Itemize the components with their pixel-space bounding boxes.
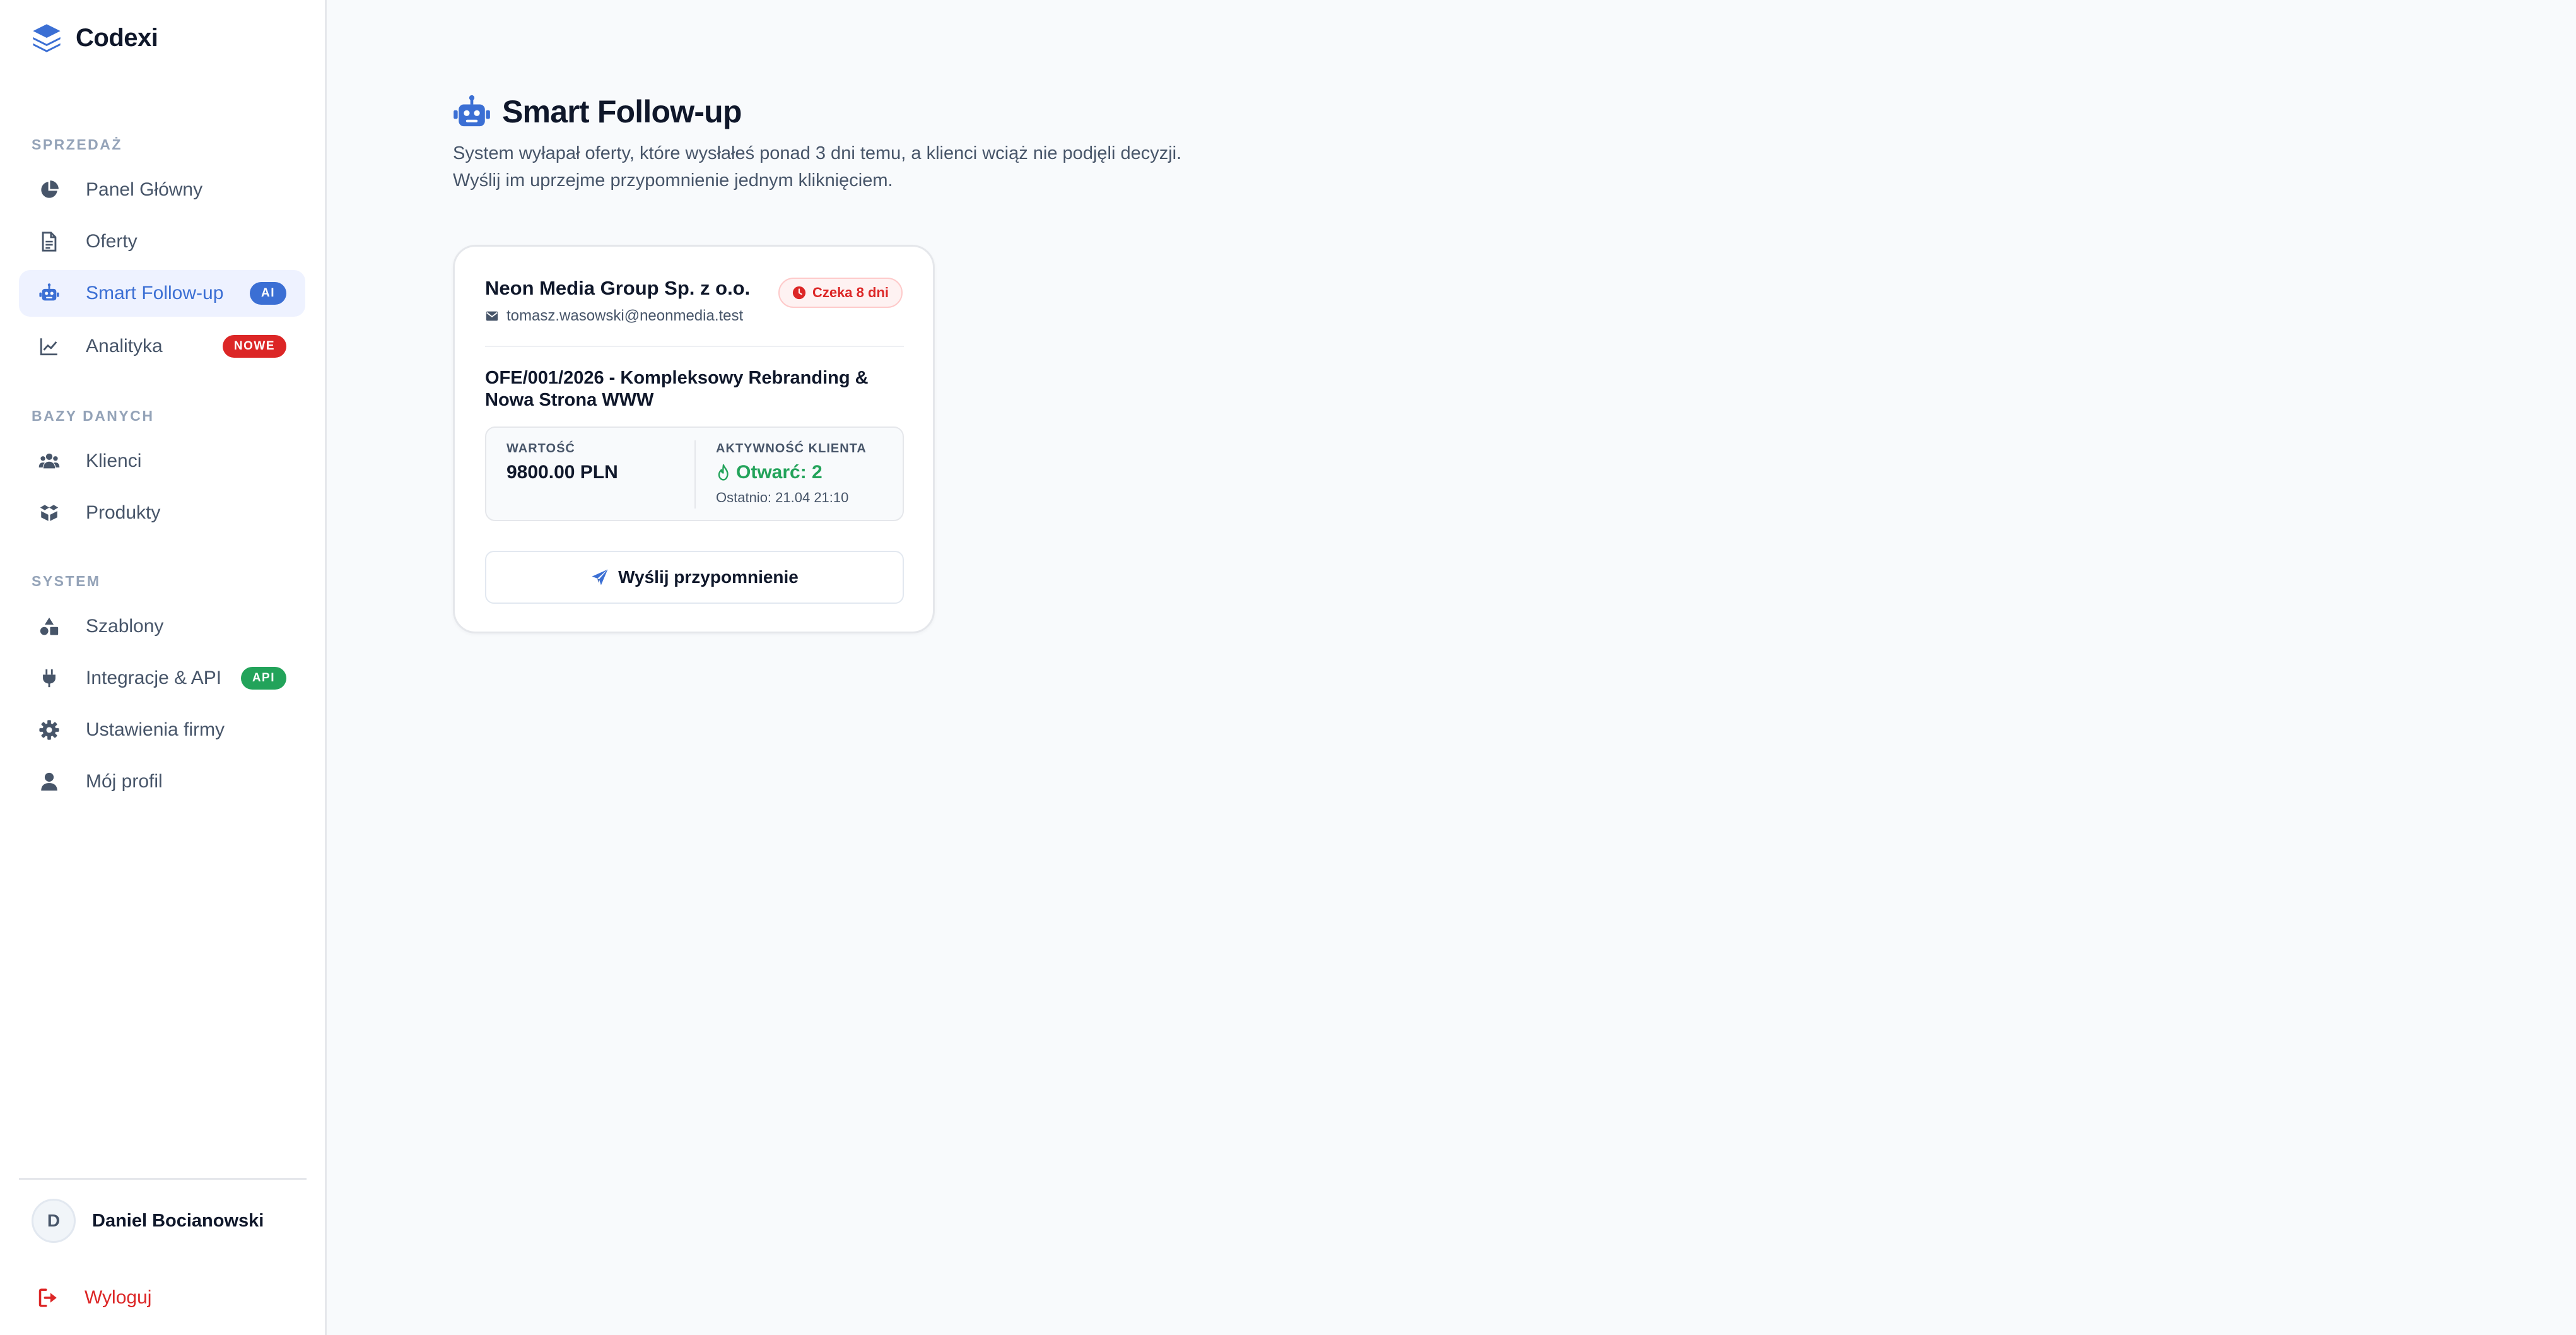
- stats-divider: [694, 440, 696, 509]
- section-label-databases: BAZY DANYCH: [32, 408, 155, 424]
- offer-stats: WARTOŚĆ 9800.00 PLN AKTYWNOŚĆ KLIENTA Ot…: [485, 426, 904, 521]
- sidebar-item-label: Ustawienia firmy: [86, 719, 225, 740]
- layers-icon: [30, 21, 63, 54]
- user-name: Daniel Bocianowski: [92, 1210, 264, 1231]
- follow-up-card: Neon Media Group Sp. z o.o. tomasz.wasow…: [453, 245, 935, 633]
- card-divider: [485, 346, 904, 347]
- sidebar-item-label: Analityka: [86, 336, 163, 356]
- send-reminder-label: Wyślij przypomnienie: [618, 567, 799, 587]
- gear-icon: [38, 719, 61, 741]
- client-email-text: tomasz.wasowski@neonmedia.test: [506, 307, 744, 324]
- plug-icon: [38, 667, 61, 690]
- description-line: Wyślij im uprzejme przypomnienie jednym …: [453, 170, 893, 191]
- sidebar-item-clients[interactable]: Klienci: [19, 438, 305, 485]
- new-badge: NOWE: [222, 335, 286, 358]
- ai-badge: AI: [250, 282, 286, 305]
- page-description: System wyłapał oferty, które wysłałeś po…: [453, 140, 1336, 194]
- sidebar-item-templates[interactable]: Szablony: [19, 603, 305, 650]
- logout-button[interactable]: Wyloguj: [38, 1287, 151, 1309]
- clock-icon: [792, 286, 806, 300]
- sidebar-item-label: Produkty: [86, 502, 161, 523]
- user-profile[interactable]: D Daniel Bocianowski: [32, 1199, 264, 1243]
- sidebar-item-products[interactable]: Produkty: [19, 490, 305, 536]
- users-icon: [38, 450, 61, 473]
- sidebar-item-company-settings[interactable]: Ustawienia firmy: [19, 707, 305, 753]
- envelope-icon: [485, 309, 499, 323]
- sign-out-icon: [38, 1287, 59, 1309]
- section-label-system: SYSTEM: [32, 573, 101, 589]
- sidebar-item-label: Integracje & API: [86, 668, 222, 688]
- activity-label: AKTYWNOŚĆ KLIENTA: [716, 442, 867, 456]
- sidebar-item-offers[interactable]: Oferty: [19, 218, 305, 265]
- pie-chart-icon: [38, 179, 61, 201]
- document-icon: [38, 230, 61, 253]
- sidebar-item-label: Panel Główny: [86, 179, 203, 200]
- sidebar-item-my-profile[interactable]: Mój profil: [19, 758, 305, 805]
- avatar: D: [32, 1199, 76, 1243]
- last-activity: Ostatnio: 21.04 21:10: [716, 490, 849, 505]
- sidebar-item-dashboard[interactable]: Panel Główny: [19, 167, 305, 213]
- page-title: Smart Follow-up: [502, 94, 742, 129]
- sidebar-item-smart-follow-up[interactable]: Smart Follow-up AI: [19, 270, 305, 317]
- opens-count: Otwarć: 2: [716, 462, 823, 483]
- robot-icon: [38, 282, 61, 305]
- section-label-sales: SPRZEDAŻ: [32, 136, 122, 153]
- sidebar: Codexi SPRZEDAŻ Panel Główny Oferty Smar…: [0, 0, 327, 1335]
- user-icon: [38, 770, 61, 793]
- value-label: WARTOŚĆ: [506, 442, 575, 456]
- sidebar-item-label: Szablony: [86, 616, 164, 637]
- client-email: tomasz.wasowski@neonmedia.test: [485, 307, 743, 325]
- offer-title[interactable]: OFE/001/2026 - Kompleksowy Rebranding & …: [485, 367, 904, 411]
- offer-value: 9800.00 PLN: [506, 462, 618, 483]
- opens-count-text: Otwarć: 2: [736, 462, 823, 483]
- sidebar-item-label: Mój profil: [86, 771, 163, 792]
- shapes-icon: [38, 615, 61, 638]
- paper-plane-icon: [590, 568, 609, 587]
- sidebar-item-label: Oferty: [86, 231, 138, 252]
- sidebar-divider: [19, 1178, 307, 1180]
- description-line: System wyłapał oferty, które wysłałeś po…: [453, 143, 1182, 163]
- sidebar-item-analytics[interactable]: Analityka NOWE: [19, 323, 305, 370]
- line-chart-icon: [38, 335, 61, 358]
- sidebar-item-label: Smart Follow-up: [86, 283, 224, 303]
- client-name: Neon Media Group Sp. z o.o.: [485, 277, 751, 299]
- waiting-badge: Czeka 8 dni: [778, 278, 903, 308]
- brand-name: Codexi: [76, 23, 158, 52]
- page-header: Smart Follow-up: [453, 93, 742, 130]
- fire-icon: [716, 464, 731, 481]
- brand[interactable]: Codexi: [30, 21, 158, 54]
- sidebar-item-integrations[interactable]: Integracje & API API: [19, 655, 305, 702]
- box-icon: [38, 502, 61, 524]
- send-reminder-button[interactable]: Wyślij przypomnienie: [485, 551, 904, 604]
- robot-icon: [453, 94, 491, 129]
- waiting-badge-text: Czeka 8 dni: [812, 285, 889, 300]
- sidebar-item-label: Klienci: [86, 450, 142, 471]
- api-badge: API: [240, 667, 286, 690]
- logout-label: Wyloguj: [85, 1287, 152, 1308]
